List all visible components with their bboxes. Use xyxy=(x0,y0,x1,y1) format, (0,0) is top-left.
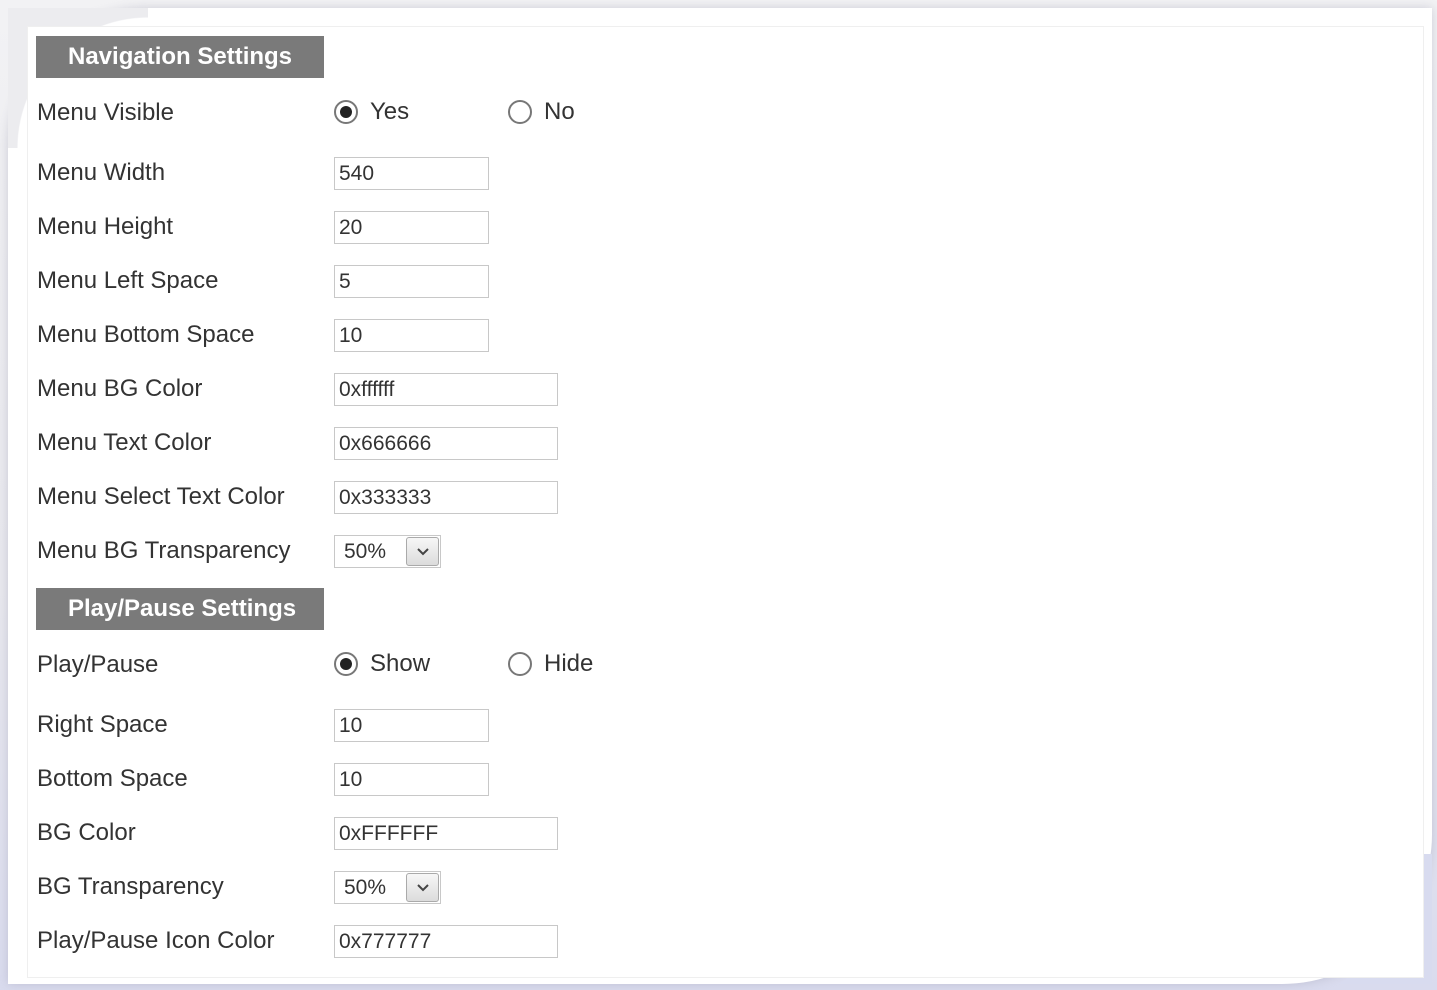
menu-select-text-color-label: Menu Select Text Color xyxy=(37,483,285,510)
play-pause-show-label: Show xyxy=(370,650,431,677)
menu-left-space-label: Menu Left Space xyxy=(37,267,219,294)
menu-bottom-space-input[interactable]: 10 xyxy=(334,319,489,352)
menu-visible-no-radio[interactable]: No xyxy=(508,95,575,129)
radio-button-icon xyxy=(508,100,532,124)
play-pause-radio-group: Show Hide xyxy=(334,647,634,681)
bg-color-input[interactable]: 0xFFFFFF xyxy=(334,817,558,850)
play-pause-label: Play/Pause xyxy=(37,651,159,678)
chevron-down-icon xyxy=(416,883,429,891)
bg-transparency-label: BG Transparency xyxy=(37,873,224,900)
menu-visible-yes-radio[interactable]: Yes xyxy=(334,95,409,129)
play-pause-show-radio[interactable]: Show xyxy=(334,647,430,681)
menu-select-text-color-input[interactable]: 0x333333 xyxy=(334,481,558,514)
menu-width-input[interactable]: 540 xyxy=(334,157,489,190)
menu-height-input[interactable]: 20 xyxy=(334,211,489,244)
bg-transparency-select[interactable]: 50% xyxy=(334,871,441,904)
menu-bg-transparency-label: Menu BG Transparency xyxy=(37,537,291,564)
menu-bg-transparency-select[interactable]: 50% xyxy=(334,535,441,568)
play-pause-hide-radio[interactable]: Hide xyxy=(508,647,593,681)
right-space-input[interactable]: 10 xyxy=(334,709,489,742)
bottom-space-input[interactable]: 10 xyxy=(334,763,489,796)
menu-text-color-input[interactable]: 0x666666 xyxy=(334,427,558,460)
bottom-space-label: Bottom Space xyxy=(37,765,188,792)
menu-width-label: Menu Width xyxy=(37,159,166,186)
menu-visible-label: Menu Visible xyxy=(37,99,174,126)
menu-bg-color-label: Menu BG Color xyxy=(37,375,203,402)
menu-bottom-space-label: Menu Bottom Space xyxy=(37,321,255,348)
menu-visible-yes-label: Yes xyxy=(370,98,410,125)
dropdown-button[interactable] xyxy=(406,537,439,566)
menu-height-label: Menu Height xyxy=(37,213,174,240)
bg-color-label: BG Color xyxy=(37,819,136,846)
play-pause-settings-header: Play/Pause Settings xyxy=(36,588,324,630)
radio-button-icon xyxy=(334,100,358,124)
menu-visible-radio-group: Yes No xyxy=(334,95,634,129)
radio-button-icon xyxy=(508,652,532,676)
menu-visible-no-label: No xyxy=(544,98,575,125)
menu-left-space-input[interactable]: 5 xyxy=(334,265,489,298)
dropdown-button[interactable] xyxy=(406,873,439,902)
menu-text-color-label: Menu Text Color xyxy=(37,429,212,456)
navigation-settings-header: Navigation Settings xyxy=(36,36,324,78)
play-pause-icon-color-label: Play/Pause Icon Color xyxy=(37,927,275,954)
bg-transparency-value: 50% xyxy=(344,876,387,899)
radio-button-icon xyxy=(334,652,358,676)
chevron-down-icon xyxy=(416,547,429,555)
menu-bg-color-input[interactable]: 0xffffff xyxy=(334,373,558,406)
menu-bg-transparency-value: 50% xyxy=(344,540,387,563)
play-pause-icon-color-input[interactable]: 0x777777 xyxy=(334,925,558,958)
right-space-label: Right Space xyxy=(37,711,168,738)
play-pause-hide-label: Hide xyxy=(544,650,594,677)
